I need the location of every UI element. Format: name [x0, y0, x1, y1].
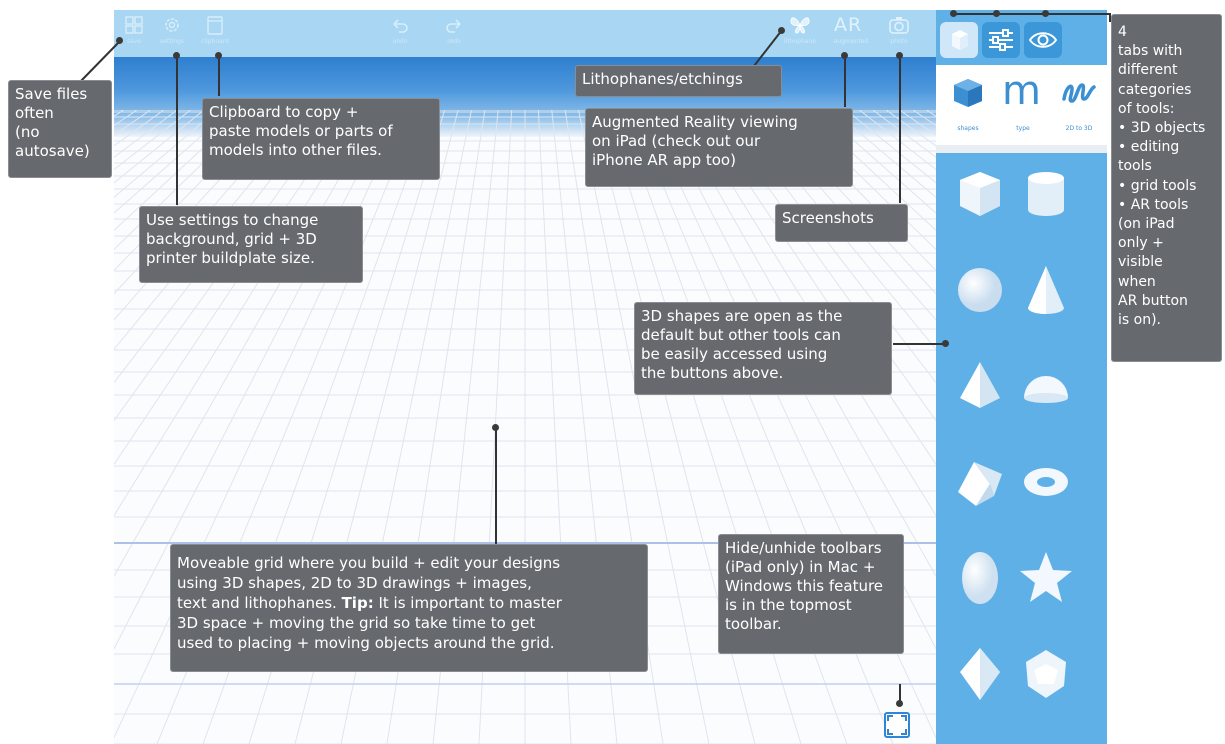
leader-dot: [492, 424, 499, 431]
note-grid: Moveable grid where you build + edit you…: [170, 544, 648, 672]
leader-dot: [778, 27, 785, 34]
leader-dot: [1042, 10, 1049, 17]
note-tabs: 4 tabs with different categories of tool…: [1111, 14, 1222, 362]
note-grid-tip: Tip:: [341, 594, 374, 612]
leader-dot: [942, 340, 949, 347]
note-screenshots: Screenshots: [775, 204, 908, 242]
note-ar: Augmented Reality viewing on iPad (check…: [585, 108, 853, 187]
leader-dot: [116, 37, 123, 44]
leader-dot: [950, 10, 957, 17]
note-clipboard: Clipboard to copy + paste models or part…: [202, 98, 440, 180]
leader-dot: [993, 10, 1000, 17]
note-lithophanes: Lithophanes/etchings: [575, 65, 782, 97]
note-toolbars: Hide/unhide toolbars (iPad only) in Mac …: [718, 534, 904, 654]
leader-dot: [215, 52, 222, 59]
note-settings: Use settings to change background, grid …: [139, 206, 363, 283]
note-save: Save files often (no autosave): [8, 80, 112, 178]
leader-dot: [841, 52, 848, 59]
leader-dot: [173, 52, 180, 59]
leader-dot: [896, 52, 903, 59]
leader-dot: [896, 700, 903, 707]
note-shapes-default: 3D shapes are open as the default but ot…: [634, 302, 892, 395]
